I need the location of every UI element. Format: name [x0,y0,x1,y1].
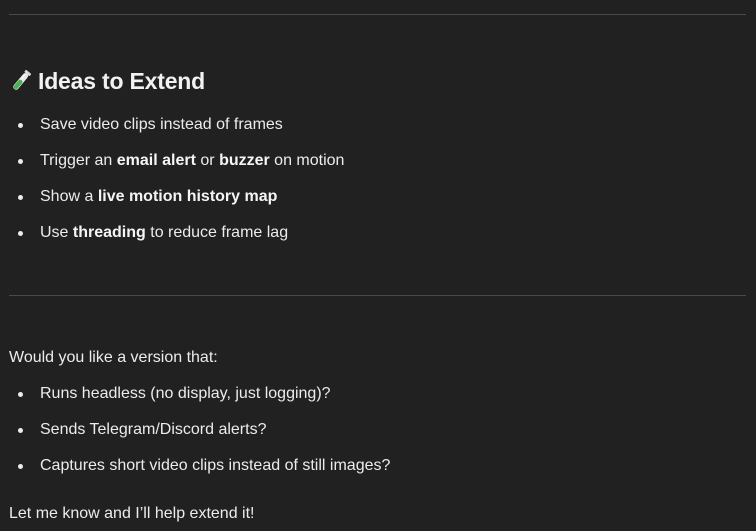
list-item: Runs headless (no display, just logging)… [9,376,739,412]
bullet [18,159,23,164]
bullet [18,123,23,128]
bullet [18,195,23,200]
followup-question: Would you like a version that: [9,349,218,366]
list-item: Use threading to reduce frame lag [9,215,739,251]
bullet [18,428,23,433]
version-options-list: Runs headless (no display, just logging)… [9,376,739,484]
ideas-list: Save video clips instead of frames Trigg… [9,107,739,251]
section-heading-text: Ideas to Extend [38,67,205,94]
closing-message: Let me know and I’ll help extend it! [9,505,255,522]
divider-top [9,14,746,15]
list-item: Captures short video clips instead of st… [9,448,739,484]
bullet [18,464,23,469]
bullet [18,231,23,236]
list-item: Trigger an email alert or buzzer on moti… [9,143,739,179]
bullet [18,392,23,397]
list-item: Sends Telegram/Discord alerts? [9,412,739,448]
list-item: Show a live motion history map [9,179,739,215]
divider-middle [9,295,746,296]
list-item: Save video clips instead of frames [9,107,739,143]
test-tube-icon [9,68,33,94]
section-heading: Ideas to Extend [9,64,205,98]
